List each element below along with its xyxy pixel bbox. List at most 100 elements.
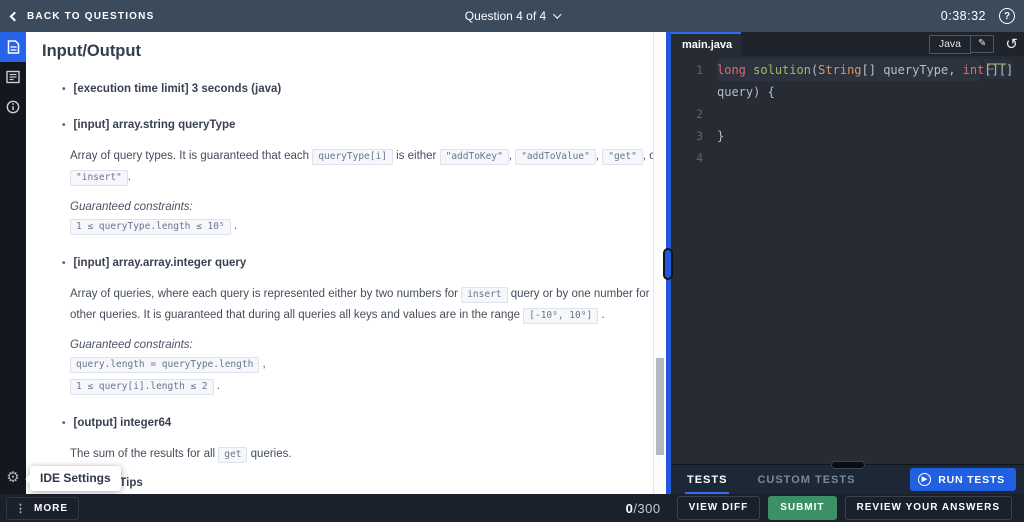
code-line[interactable]: 2 <box>671 103 1024 125</box>
inline-code-chip: "addToKey" <box>439 149 509 165</box>
footer-bar: ⋮ MORE 0/300 VIEW DIFF SUBMIT REVIEW YOU… <box>0 494 1024 522</box>
text-segment: , <box>259 358 266 370</box>
top-bar: BACK TO QUESTIONS Question 4 of 4 0:38:3… <box>0 0 1024 32</box>
language-selector[interactable]: Java <box>928 34 972 54</box>
more-button[interactable]: ⋮ MORE <box>6 496 79 520</box>
code-line[interactable]: 1 long solution(String[] queryType, int[]… <box>671 59 1024 81</box>
code-text: } <box>717 129 725 143</box>
edit-language-button[interactable]: ✎ <box>971 35 995 53</box>
reset-code-button[interactable]: ↺ <box>1005 37 1018 52</box>
inline-code-chip: "insert" <box>70 170 128 186</box>
text-segment: . <box>213 380 220 392</box>
panel-splitter[interactable] <box>663 32 673 494</box>
sidebar-item-output[interactable] <box>0 62 26 92</box>
run-tests-button[interactable]: ▶ RUN TESTS <box>910 468 1016 491</box>
doc-bullet: • [input] array.array.integer query <box>62 257 247 269</box>
code-text: query) { <box>717 85 775 99</box>
doc-h2: [Java] Syntax Tips <box>42 477 143 489</box>
text-segment: . <box>230 220 238 232</box>
code-line[interactable]: 3} <box>671 125 1024 147</box>
doc-chiprow: 1 ≤ query[i].length ≤ 2 . <box>70 378 643 395</box>
ide-settings-tooltip: IDE Settings <box>30 466 121 491</box>
question-selector[interactable]: Question 4 of 4 <box>464 9 562 23</box>
text-segment: , or <box>642 150 653 162</box>
pencil-icon: ✎ <box>978 38 987 49</box>
editor-tab-bar: main.java Java ✎ ↺ <box>671 32 1024 56</box>
tests-panel-handle[interactable] <box>830 461 865 469</box>
chevron-down-icon <box>553 10 562 19</box>
doc-chiprow: 1 ≤ queryType.length ≤ 10⁵ . <box>70 218 643 235</box>
doc-chiprow: query.length = queryType.length , <box>70 356 643 373</box>
play-icon: ▶ <box>918 473 932 486</box>
line-number: 1 <box>696 63 703 77</box>
doc-para: Array of queries, where each query is re… <box>70 284 653 326</box>
view-diff-button[interactable]: VIEW DIFF <box>676 496 761 520</box>
gear-icon: ⚙ <box>6 469 20 486</box>
splitter-handle[interactable] <box>663 248 673 280</box>
run-tests-label: RUN TESTS <box>938 473 1005 486</box>
sidebar-item-info[interactable] <box>0 92 26 122</box>
line-number <box>671 81 703 103</box>
text-segment: queries. <box>247 448 292 460</box>
bullet-marker: • <box>62 258 66 269</box>
inline-code-chip: 1 ≤ queryType.length ≤ 10⁵ <box>70 219 231 235</box>
submit-button[interactable]: SUBMIT <box>768 496 837 520</box>
tab-custom-tests[interactable]: CUSTOM TESTS <box>755 466 857 494</box>
text-segment: . <box>598 309 605 321</box>
list-icon <box>6 70 20 84</box>
inline-code-chip: query.length = queryType.length <box>70 357 260 373</box>
bullet-marker: • <box>62 120 66 131</box>
more-label: MORE <box>34 502 68 514</box>
scrollbar-thumb[interactable] <box>656 358 664 455</box>
tab-main-java[interactable]: main.java <box>671 32 741 56</box>
doc-bullet: • [output] integer64 <box>62 417 172 429</box>
doc-bullet: • [input] array.string queryType <box>62 119 236 131</box>
doc-em: Guaranteed constraints: <box>70 339 193 351</box>
vertical-ellipsis-icon: ⋮ <box>15 502 27 515</box>
info-icon <box>6 100 20 114</box>
document-icon <box>7 40 19 54</box>
sidebar-item-description[interactable] <box>0 32 26 62</box>
doc-em: Guaranteed constraints: <box>70 201 193 213</box>
doc-para: The sum of the results for all get queri… <box>70 444 653 465</box>
doc-bullet: • [execution time limit] 3 seconds (java) <box>62 83 282 95</box>
line-number: 4 <box>696 151 703 165</box>
score-total: /300 <box>633 500 661 516</box>
inline-code-chip: 1 ≤ query[i].length ≤ 2 <box>70 379 214 395</box>
chevron-left-icon <box>9 11 20 21</box>
inline-code-chip: "get" <box>602 149 643 165</box>
left-sidebar: ⚙ <box>0 32 26 494</box>
doc-para: Array of query types. It is guaranteed t… <box>70 146 653 188</box>
reset-icon: ↺ <box>1005 35 1018 53</box>
back-to-questions-button[interactable]: BACK TO QUESTIONS <box>9 10 155 22</box>
doc-body: • [execution time limit] 3 seconds (java)… <box>42 83 653 494</box>
code-editor[interactable]: 1 long solution(String[] queryType, int[]… <box>671 56 1024 464</box>
inline-code-chip: queryType[i] <box>312 149 393 165</box>
help-icon[interactable]: ? <box>999 8 1015 24</box>
code-line[interactable]: 4 <box>671 147 1024 169</box>
back-to-questions-label: BACK TO QUESTIONS <box>27 10 155 22</box>
editor-panel: main.java Java ✎ ↺ 1 long solution(String… <box>671 32 1024 494</box>
inline-code-chip: [-10⁹, 10⁹] <box>523 308 599 324</box>
bullet-marker: • <box>62 84 66 95</box>
line-number: 2 <box>696 107 703 121</box>
inline-code-chip: "addToValue" <box>515 149 596 165</box>
tab-tests[interactable]: TESTS <box>685 466 730 494</box>
text-segment: Array of query types. It is guaranteed t… <box>70 150 313 162</box>
text-segment: . <box>127 171 131 183</box>
code-line[interactable]: query) { <box>671 81 1024 103</box>
doc-title: Input/Output <box>42 42 141 60</box>
line-number: 3 <box>696 129 703 143</box>
ide-settings-button[interactable]: ⚙ <box>0 468 26 486</box>
inline-code-chip: get <box>218 447 248 463</box>
code-text: long solution(String[] queryType, int[][… <box>717 63 1014 77</box>
inline-code-chip: insert <box>461 287 508 303</box>
question-label: Question 4 of 4 <box>464 9 547 23</box>
tests-bar: TESTS CUSTOM TESTS ▶ RUN TESTS <box>671 461 1024 494</box>
app-window: BACK TO QUESTIONS Question 4 of 4 0:38:3… <box>0 0 1024 522</box>
text-segment: is either <box>392 150 440 162</box>
text-segment: Array of queries, where each query is re… <box>70 288 462 300</box>
review-answers-button[interactable]: REVIEW YOUR ANSWERS <box>844 496 1012 520</box>
